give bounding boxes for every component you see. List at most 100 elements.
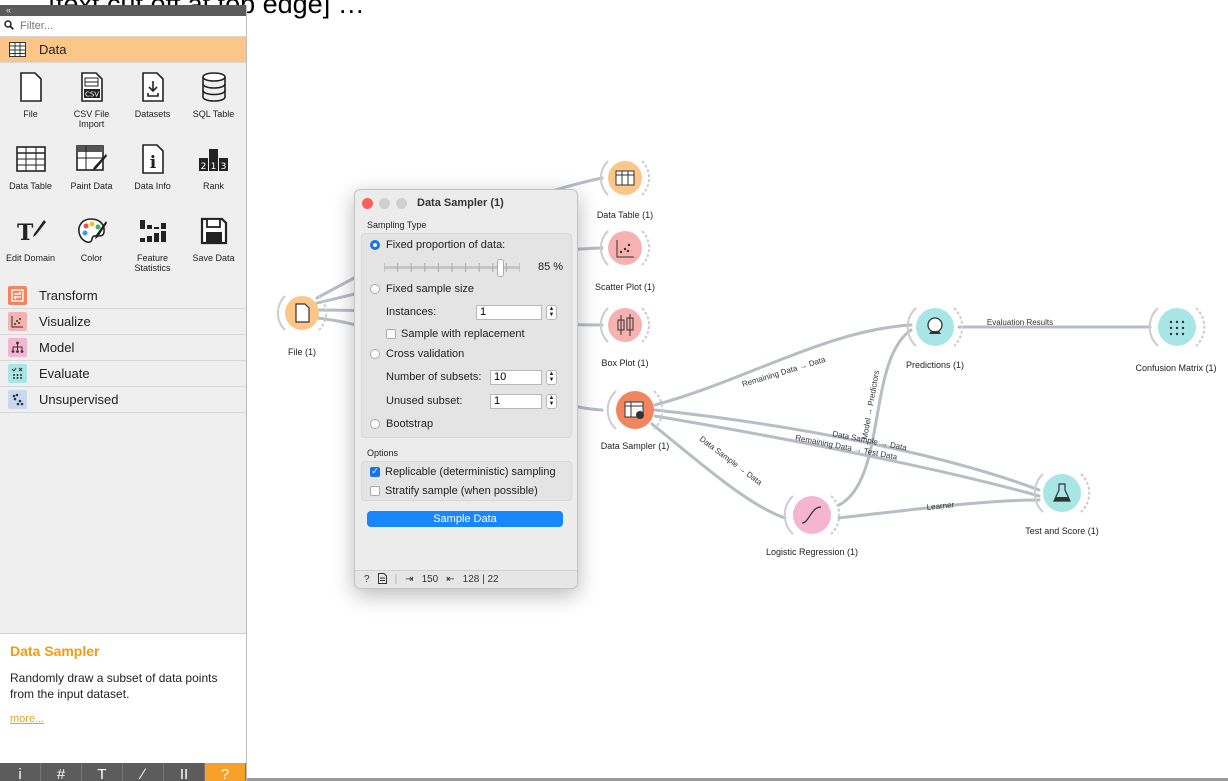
help-more-link[interactable]: more...	[10, 713, 236, 725]
tool-feature-statistics[interactable]: Feature Statistics	[122, 211, 183, 283]
checkbox-unchecked[interactable]	[386, 328, 396, 339]
svg-text:i: i	[149, 153, 156, 173]
with-replacement-option[interactable]: Sample with replacement	[362, 324, 571, 343]
category-data[interactable]: Data	[0, 37, 246, 63]
fixed-size-option[interactable]: Fixed sample size	[362, 278, 571, 300]
option-label: Sample with replacement	[401, 327, 525, 340]
stepper-icon[interactable]: ▲ ▼	[546, 393, 557, 409]
tool-label: Datasets	[134, 109, 171, 119]
zoom-window-button[interactable]	[396, 197, 407, 209]
slider-thumb[interactable]	[496, 258, 504, 277]
minimize-window-button[interactable]	[379, 197, 390, 209]
node-data-table[interactable]	[599, 160, 651, 196]
node-predictions[interactable]	[906, 307, 964, 347]
stepper-icon[interactable]: ▲ ▼	[546, 304, 557, 320]
tool-datasets[interactable]: Datasets	[122, 67, 183, 139]
widget-toolbox: « Data File CSV CSV File Import Datasets…	[0, 5, 247, 781]
bootstrap-option[interactable]: Bootstrap	[362, 413, 571, 435]
palette-icon	[75, 213, 109, 249]
tool-edit-domain[interactable]: T Edit Domain	[0, 211, 61, 283]
info-button[interactable]: i	[0, 763, 41, 781]
link-sampler-testscore-2	[653, 414, 1041, 498]
category-label: Visualize	[39, 314, 91, 329]
category-visualize[interactable]: Visualize	[0, 309, 246, 335]
radio-unselected[interactable]	[370, 349, 380, 359]
grid-button[interactable]: #	[41, 763, 82, 781]
node-test-and-score[interactable]	[1033, 473, 1091, 513]
node-label: Logistic Regression (1)	[765, 547, 859, 557]
svg-text:2: 2	[200, 162, 206, 172]
link-label: Learner	[926, 500, 955, 512]
subsets-input[interactable]	[490, 369, 542, 385]
tool-sql-table[interactable]: SQL Table	[183, 67, 244, 139]
node-label: Predictions (1)	[905, 360, 965, 370]
node-label: Confusion Matrix (1)	[1135, 363, 1217, 373]
tool-label: Color	[80, 253, 103, 263]
pause-button[interactable]: II	[164, 763, 205, 781]
tool-paint-data[interactable]: Paint Data	[61, 139, 122, 211]
csv-icon: CSV	[75, 69, 109, 105]
bar-stats-icon	[136, 213, 170, 249]
collapse-toolbox-button[interactable]: «	[0, 5, 246, 16]
filter-bar	[0, 16, 246, 37]
tool-csv-import[interactable]: CSV CSV File Import	[61, 67, 122, 139]
proportion-slider-row: 85 %	[362, 256, 571, 278]
help-button[interactable]: ?	[205, 763, 246, 781]
node-label: Box Plot (1)	[601, 358, 649, 368]
radio-selected[interactable]	[370, 240, 380, 250]
file-icon	[14, 69, 48, 105]
checkbox-unchecked[interactable]	[370, 485, 380, 496]
tool-data-table[interactable]: Data Table	[0, 139, 61, 211]
tool-label: SQL Table	[192, 109, 235, 119]
replicable-option[interactable]: ✓ Replicable (deterministic) sampling	[362, 462, 571, 481]
category-unsupervised[interactable]: Unsupervised	[0, 387, 246, 413]
node-scatter-plot[interactable]	[599, 230, 651, 266]
cross-validation-option[interactable]: Cross validation	[362, 343, 571, 365]
text-annotation-button[interactable]: T	[82, 763, 123, 781]
unused-input[interactable]	[490, 393, 542, 409]
close-window-button[interactable]	[362, 197, 373, 209]
data-sampler-dialog: Data Sampler (1) Sampling Type Fixed pro…	[354, 189, 578, 589]
tool-file[interactable]: File	[0, 67, 61, 139]
tool-data-info[interactable]: i Data Info	[122, 139, 183, 211]
tool-rank[interactable]: 213 Rank	[183, 139, 244, 211]
category-model[interactable]: Model	[0, 335, 246, 361]
category-label: Data	[39, 42, 67, 57]
link-logistic-predictions	[837, 328, 913, 507]
radio-unselected[interactable]	[370, 419, 380, 429]
filter-input[interactable]	[18, 19, 222, 33]
visualize-icon	[8, 312, 27, 331]
database-icon	[197, 69, 231, 105]
link-label: Evaluation Results	[987, 318, 1053, 327]
node-box-plot[interactable]	[599, 307, 651, 343]
search-icon	[4, 19, 14, 33]
sampling-type-box: Fixed proportion of data: 85 % Fixed sam…	[361, 233, 572, 438]
fixed-proportion-option[interactable]: Fixed proportion of data:	[362, 234, 571, 256]
option-label: Fixed proportion of data:	[386, 239, 506, 251]
tool-save-data[interactable]: Save Data	[183, 211, 244, 283]
tool-label: Feature Statistics	[134, 253, 171, 273]
category-evaluate[interactable]: Evaluate	[0, 361, 246, 387]
category-transform[interactable]: Transform	[0, 283, 246, 309]
node-confusion-matrix[interactable]	[1148, 307, 1206, 347]
instances-input[interactable]	[476, 304, 542, 320]
report-icon[interactable]	[377, 572, 387, 587]
help-icon[interactable]: ?	[364, 574, 370, 585]
option-label: Replicable (deterministic) sampling	[385, 465, 556, 478]
node-logistic-regression[interactable]	[783, 495, 841, 535]
checkbox-checked[interactable]: ✓	[370, 466, 380, 477]
sample-data-button[interactable]: Sample Data	[367, 511, 563, 527]
tool-label: Save Data	[192, 253, 235, 263]
tool-label: Data Info	[134, 181, 171, 191]
tool-color[interactable]: Color	[61, 211, 122, 283]
dialog-titlebar[interactable]: Data Sampler (1)	[355, 190, 577, 216]
option-label: Cross validation	[386, 348, 465, 360]
radio-unselected[interactable]	[370, 284, 380, 294]
edit-domain-icon: T	[14, 213, 48, 249]
unused-subset-row: Unused subset: ▲▼	[362, 389, 571, 413]
arrow-annotation-button[interactable]: ∕	[123, 763, 164, 781]
proportion-slider[interactable]	[384, 258, 520, 277]
stratify-option[interactable]: Stratify sample (when possible)	[362, 481, 571, 500]
paint-data-icon	[75, 141, 109, 177]
stepper-icon[interactable]: ▲ ▼	[546, 369, 557, 385]
